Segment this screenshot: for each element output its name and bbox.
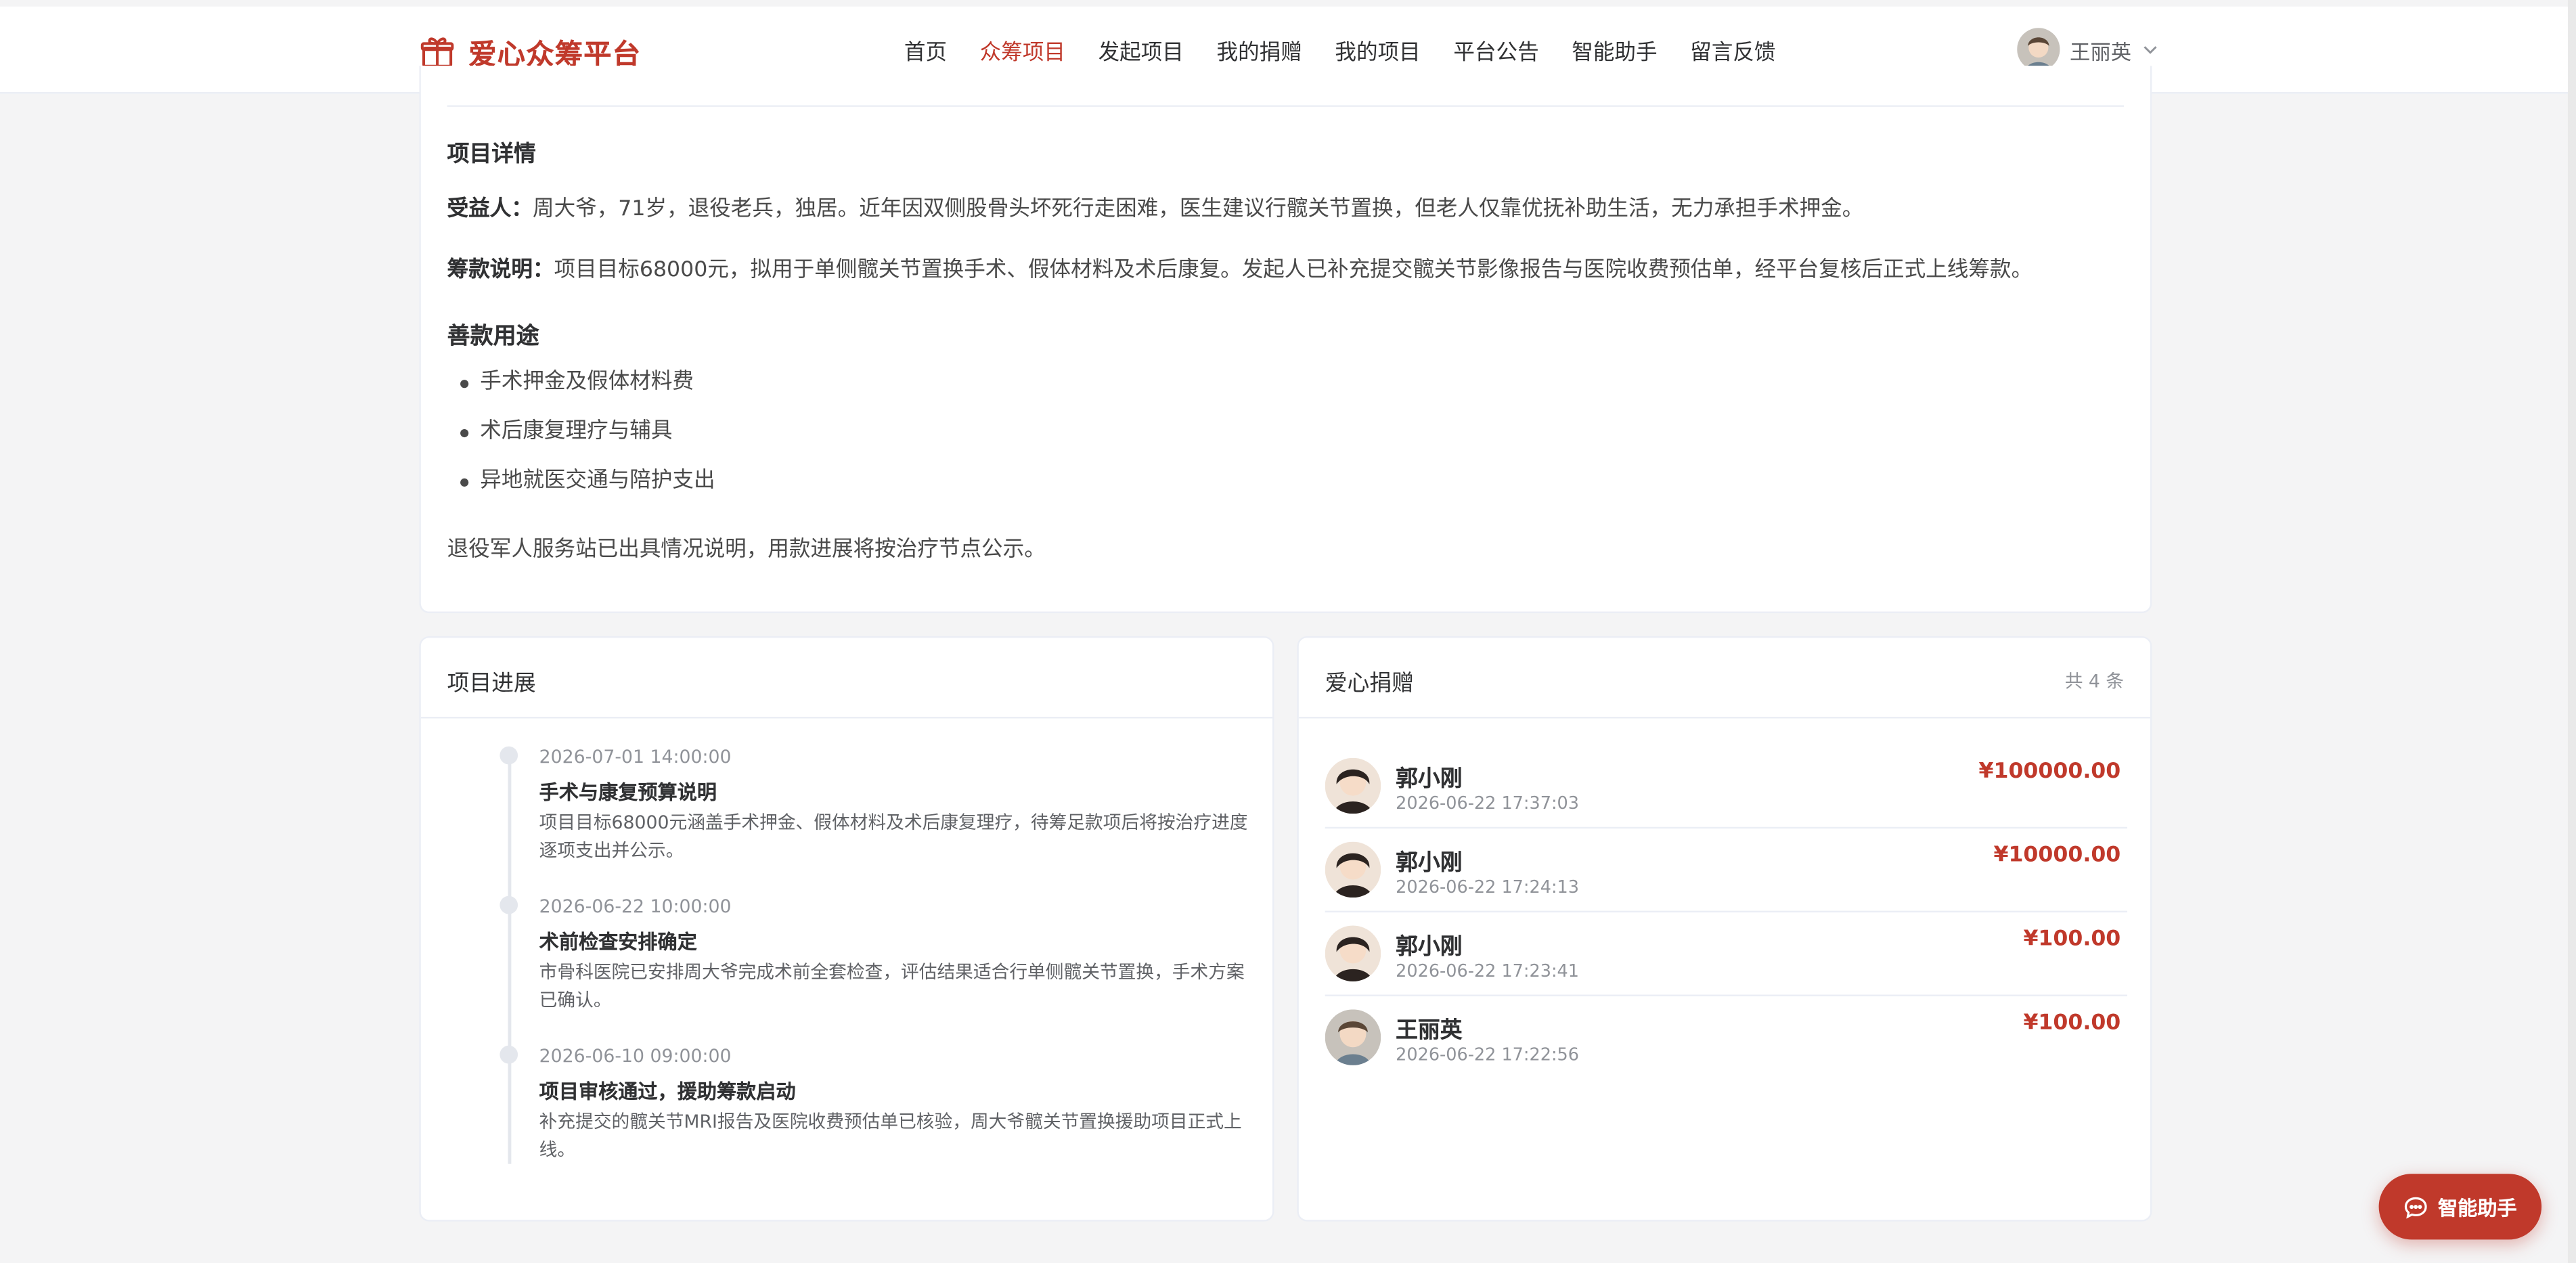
anime-avatar-icon: [1325, 925, 1381, 982]
usage-title: 善款用途: [447, 324, 539, 351]
nav-announcements[interactable]: 平台公告: [1453, 35, 1538, 66]
project-detail-card: 项目详情 受益人：周大爷，71岁，退役老兵，独居。近年因双侧股骨头坏死行走困难，…: [419, 66, 2152, 613]
user-menu[interactable]: 王丽英: [2017, 28, 2158, 71]
nav-crowdfunding-projects[interactable]: 众筹项目: [980, 35, 1065, 66]
page: 爱心众筹平台 首页 众筹项目 发起项目 我的捐赠 我的项目 平台公告 智能助手 …: [0, 0, 2576, 1263]
main-nav: 首页 众筹项目 发起项目 我的捐赠 我的项目 平台公告 智能助手 留言反馈: [904, 35, 1808, 66]
anime-avatar-icon: [1325, 841, 1381, 898]
divider: [447, 105, 2125, 107]
donation-amount: ¥100.00: [2023, 1011, 2121, 1036]
user-avatar-icon: [2017, 28, 2060, 71]
usage-item: 异地就医交通与陪护支出: [460, 467, 715, 516]
timeline-time: 2026-07-01 14:00:00: [539, 746, 732, 768]
donation-amount: ¥100.00: [2023, 927, 2121, 952]
donor-name: 王丽英: [1396, 1017, 1463, 1044]
funding-paragraph: 筹款说明：项目目标68000元，拟用于单侧髋关节置换手术、假体材料及术后康复。发…: [447, 252, 2033, 283]
timeline-line: [508, 753, 512, 1164]
window-edge: [2567, 0, 2576, 1263]
donations-card-header: 爱心捐赠 共 4 条: [1298, 638, 2151, 719]
service-note: 退役军人服务站已出具情况说明，用款进展将按治疗节点公示。: [447, 537, 1046, 562]
timeline-title: 术前检查安排确定: [539, 930, 697, 954]
timeline-dot: [499, 746, 518, 765]
beneficiary-label: 受益人：: [447, 197, 533, 222]
donation-time: 2026-06-22 17:24:13: [1396, 878, 1580, 898]
chevron-down-icon: [2143, 46, 2156, 54]
donation-time: 2026-06-22 17:22:56: [1396, 1045, 1580, 1065]
beneficiary-paragraph: 受益人：周大爷，71岁，退役老兵，独居。近年因双侧股骨头坏死行走困难，医生建议行…: [447, 191, 1864, 222]
timeline-dot: [499, 1045, 518, 1064]
donation-row: 郭小刚 2026-06-22 17:23:41 ¥100.00: [1325, 912, 2127, 996]
gift-icon: [420, 37, 454, 67]
donation-amount: ¥100000.00: [1978, 759, 2121, 784]
progress-card-header: 项目进展: [420, 638, 1272, 719]
nav-assistant[interactable]: 智能助手: [1572, 35, 1657, 66]
donation-amount: ¥10000.00: [1993, 843, 2121, 868]
anime-avatar-icon: [1325, 757, 1381, 814]
chat-bubble-icon: [2404, 1196, 2427, 1218]
timeline-time: 2026-06-22 10:00:00: [539, 895, 732, 918]
usage-item: 术后康复理疗与辅具: [460, 418, 715, 467]
nav-start-project[interactable]: 发起项目: [1098, 35, 1184, 66]
donor-name: 郭小刚: [1396, 849, 1463, 877]
timeline-dot: [499, 895, 518, 914]
assistant-button-label: 智能助手: [2438, 1196, 2517, 1220]
donation-time: 2026-06-22 17:37:03: [1396, 794, 1580, 814]
donor-name: 郭小刚: [1396, 933, 1463, 960]
progress-title: 项目进展: [447, 670, 536, 697]
timeline-title: 手术与康复预算说明: [539, 780, 717, 804]
nav-home[interactable]: 首页: [904, 35, 947, 66]
user-avatar-icon: [1325, 1009, 1381, 1065]
nav-my-donations[interactable]: 我的捐赠: [1216, 35, 1302, 66]
assistant-floating-button[interactable]: 智能助手: [2378, 1174, 2542, 1240]
donations-count: 共 4 条: [2064, 670, 2125, 692]
funding-label: 筹款说明：: [447, 258, 554, 283]
usage-item: 手术押金及假体材料费: [460, 368, 715, 418]
donation-row: 郭小刚 2026-06-22 17:24:13 ¥10000.00: [1325, 828, 2127, 913]
donations-card: 爱心捐赠 共 4 条 郭小刚 2026-06-22 17:37:03 ¥1000…: [1297, 636, 2152, 1222]
donor-name: 郭小刚: [1396, 766, 1463, 793]
usage-list: 手术押金及假体材料费 术后康复理疗与辅具 异地就医交通与陪护支出: [460, 368, 715, 516]
donation-row: 郭小刚 2026-06-22 17:37:03 ¥100000.00: [1325, 745, 2127, 829]
nav-my-projects[interactable]: 我的项目: [1335, 35, 1420, 66]
timeline-desc: 项目目标68000元涵盖手术押金、假体材料及术后康复理疗，待筹足款项后将按治疗进…: [539, 812, 1248, 862]
donation-row: 王丽英 2026-06-22 17:22:56 ¥100.00: [1325, 996, 2127, 1080]
beneficiary-text: 周大爷，71岁，退役老兵，独居。近年因双侧股骨头坏死行走困难，医生建议行髋关节置…: [533, 197, 1864, 222]
project-detail-title: 项目详情: [447, 141, 536, 168]
project-progress-card: 项目进展 2026-07-01 14:00:00 手术与康复预算说明 项目目标6…: [419, 636, 1274, 1222]
donations-title: 爱心捐赠: [1325, 670, 1414, 697]
timeline-desc: 市骨科医院已安排周大爷完成术前全套检查，评估结果适合行单侧髋关节置换，手术方案已…: [539, 961, 1245, 1011]
timeline-title: 项目审核通过，援助筹款启动: [539, 1080, 796, 1103]
timeline-desc: 补充提交的髋关节MRI报告及医院收费预估单已核验，周大爷髋关节置换援助项目正式上…: [539, 1111, 1242, 1161]
user-name: 王丽英: [2069, 39, 2132, 64]
donation-time: 2026-06-22 17:23:41: [1396, 961, 1580, 982]
funding-text: 项目目标68000元，拟用于单侧髋关节置换手术、假体材料及术后康复。发起人已补充…: [554, 258, 2033, 283]
timeline-time: 2026-06-10 09:00:00: [539, 1045, 732, 1067]
nav-feedback[interactable]: 留言反馈: [1690, 35, 1775, 66]
